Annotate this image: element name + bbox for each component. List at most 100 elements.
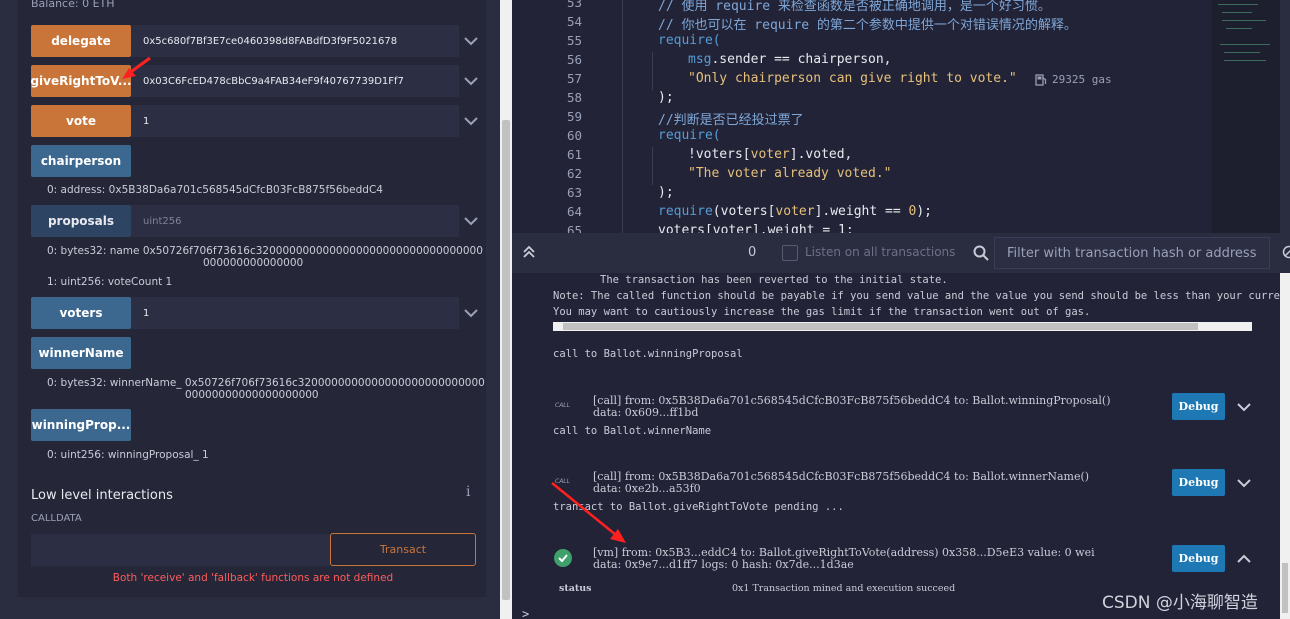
code-token: require — [658, 204, 713, 219]
chevron-down-icon[interactable] — [462, 112, 480, 130]
voters-input[interactable]: 1 — [131, 297, 459, 329]
line-number: 61 — [566, 147, 582, 162]
code-token: voter — [775, 204, 815, 219]
chevron-down-icon[interactable] — [462, 32, 480, 50]
line-number: 60 — [566, 128, 582, 143]
chevron-down-icon[interactable] — [1235, 398, 1253, 416]
code-line: msg.sender == chairperson, — [688, 52, 892, 67]
code-line: require( — [658, 128, 721, 143]
winning-proposal-output: 0: uint256: winningProposal_ 1 — [47, 449, 209, 461]
proposals-output-name: 0: bytes32: name 0x50726f706f73616c32000… — [47, 245, 483, 257]
call-tag: CALL — [555, 478, 570, 485]
code-editor[interactable]: 53 54 55 56 57 58 59 60 61 62 63 64 65 /… — [512, 0, 1290, 233]
line-number: 65 — [566, 223, 582, 233]
code-token: ].weight == — [814, 204, 909, 219]
debug-button[interactable]: Debug — [1172, 545, 1225, 572]
line-number-gutter: 53 54 55 56 57 58 59 60 61 62 63 64 65 — [512, 0, 592, 233]
tx-data: data: 0x609...ff1bd — [593, 406, 699, 419]
minimap-line — [1224, 60, 1266, 61]
terminal-hscrollbar[interactable] — [553, 322, 1252, 331]
calldata-label: CALLDATA — [31, 513, 82, 524]
indent-guide — [652, 52, 653, 90]
editor-minimap[interactable] — [1212, 0, 1290, 233]
chevron-down-icon[interactable] — [1235, 474, 1253, 492]
gas-pump-icon — [1035, 74, 1047, 86]
minimap-line — [1218, 4, 1258, 5]
line-number: 59 — [566, 109, 582, 124]
editor-scrollbar[interactable] — [1280, 0, 1290, 233]
code-line: require(voters[voter].weight == 0); — [658, 204, 932, 219]
clear-terminal-icon[interactable] — [1282, 245, 1290, 259]
search-icon[interactable] — [972, 244, 990, 262]
line-number: 64 — [566, 204, 582, 219]
balance-label: Balance: 0 ETH — [31, 0, 115, 10]
proposals-input[interactable]: uint256 — [131, 205, 459, 237]
watermark: CSDN @小海聊智造 — [1102, 593, 1258, 613]
chairperson-output: 0: address: 0x5B38Da6a701c568545dCfcB03F… — [47, 184, 383, 196]
vote-input[interactable]: 1 — [131, 105, 459, 137]
fallback-warning: Both 'receive' and 'fallback' functions … — [112, 572, 394, 584]
line-number: 62 — [566, 166, 582, 181]
voters-button[interactable]: voters — [31, 297, 131, 329]
line-number: 63 — [566, 185, 582, 200]
terminal-text: call to Ballot.winnerName — [553, 425, 712, 437]
indent-guide — [652, 147, 653, 185]
indent-guide — [622, 0, 623, 233]
listen-checkbox[interactable] — [782, 245, 798, 261]
deploy-run-panel: Balance: 0 ETH delegate 0x5c680f7Bf3E7ce… — [0, 0, 500, 619]
terminal-panel: 0 Listen on all transactions Filter with… — [512, 233, 1290, 619]
success-check-icon — [554, 549, 572, 567]
line-number: 56 — [566, 52, 582, 67]
code-line: ); — [658, 90, 674, 105]
code-string: "The voter already voted." — [688, 166, 892, 181]
chevron-up-icon[interactable] — [1235, 550, 1253, 568]
debug-button[interactable]: Debug — [1172, 393, 1225, 420]
terminal-hscroll-thumb[interactable] — [563, 323, 1198, 330]
minimap-line — [1226, 28, 1252, 29]
minimap-line — [1224, 52, 1260, 53]
chairperson-button[interactable]: chairperson — [31, 145, 131, 177]
transaction-filter-input[interactable]: Filter with transaction hash or address — [994, 237, 1270, 269]
call-tag: CALL — [555, 402, 570, 409]
chevron-down-icon[interactable] — [462, 212, 480, 230]
line-number: 57 — [566, 71, 582, 86]
line-number: 53 — [566, 0, 582, 10]
terminal-text: You may want to cautiously increase the … — [553, 306, 1091, 318]
delegate-button[interactable]: delegate — [31, 25, 131, 57]
code-token: ].voted, — [789, 147, 853, 162]
tx-data: data: 0x9e7...d1ff7 logs: 0 hash: 0x7de.… — [593, 558, 854, 571]
low-level-title: Low level interactions — [31, 488, 173, 503]
chevron-down-icon[interactable] — [462, 72, 480, 90]
winner-name-button[interactable]: winnerName — [31, 337, 131, 369]
terminal-text: call to Ballot.winningProposal — [553, 348, 743, 360]
terminal-text: transact to Ballot.giveRightToVote pendi… — [553, 501, 844, 513]
winner-name-output: 0: bytes32: winnerName_ 0x50726f706f7361… — [47, 377, 485, 389]
calldata-input[interactable] — [31, 534, 330, 566]
code-comment: // 你也可以在 require 的第二个参数中提供一个对错误情况的解释。 — [658, 18, 1077, 33]
give-right-to-vote-input[interactable]: 0x03C6FcED478cBbC9a4FAB34eF9f40767739D1F… — [131, 65, 459, 97]
terminal-scroll-thumb[interactable] — [1282, 563, 1288, 613]
left-panel-scrollbar[interactable] — [500, 0, 512, 619]
delegate-input[interactable]: 0x5c680f7Bf3E7ce0460398d8FABdfD3f9F50216… — [131, 25, 459, 57]
line-number: 55 — [566, 33, 582, 48]
terminal-text: The transaction has been reverted to the… — [600, 274, 948, 286]
transact-button[interactable]: Transact — [330, 533, 476, 566]
code-token: ); — [916, 204, 932, 219]
info-icon[interactable]: i — [466, 484, 470, 500]
winner-name-output-cont: 00000000000000000000 — [185, 389, 319, 401]
terminal-text: Note: The called function should be paya… — [553, 290, 1290, 302]
vote-button[interactable]: vote — [31, 105, 131, 137]
terminal-scrollbar[interactable] — [1280, 273, 1290, 619]
give-right-to-vote-button[interactable]: giveRightToV... — [31, 65, 131, 97]
winning-proposal-button[interactable]: winningProp... — [31, 409, 131, 441]
code-string: "Only chairperson can give right to vote… — [688, 71, 1017, 86]
proposals-button[interactable]: proposals — [31, 205, 131, 237]
listen-label: Listen on all transactions — [805, 245, 956, 259]
chevron-down-icon[interactable] — [462, 304, 480, 322]
collapse-terminal-icon[interactable] — [520, 243, 538, 261]
debug-button[interactable]: Debug — [1172, 469, 1225, 496]
line-number: 54 — [566, 14, 582, 29]
terminal-prompt[interactable]: > — [522, 607, 529, 619]
left-panel-scroll-thumb[interactable] — [502, 120, 510, 600]
status-label: status — [559, 583, 592, 594]
